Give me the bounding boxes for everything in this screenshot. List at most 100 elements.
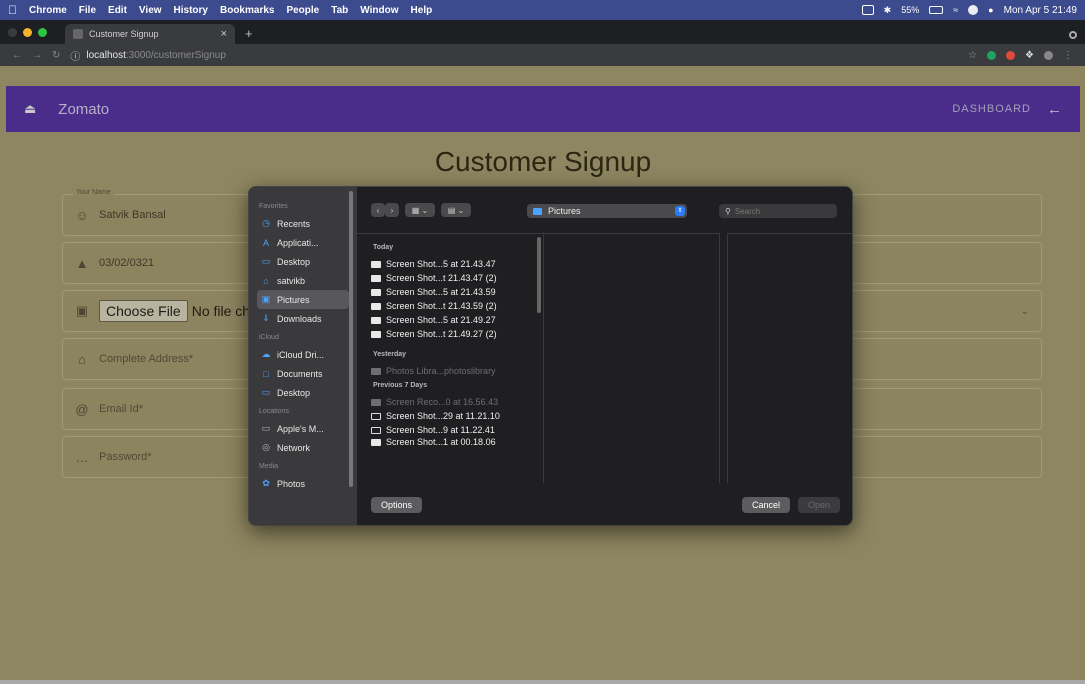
url-host: localhost [86, 49, 126, 61]
chevron-down-icon[interactable]: ⌄ [1021, 306, 1029, 317]
sidebar-item-photos[interactable]: ✿ Photos [257, 474, 349, 493]
options-button[interactable]: Options [371, 497, 423, 513]
close-window-icon[interactable] [8, 27, 17, 37]
reload-icon[interactable]: ↻ [52, 50, 60, 61]
sidebar-item-mac[interactable]: ▭ Apple's M... [257, 419, 349, 438]
list-item[interactable]: Photos Libra...photoslibrary [357, 364, 543, 378]
tab-close-icon[interactable]: × [221, 28, 227, 40]
sidebar-item-icloud-drive[interactable]: ☁ iCloud Dri... [257, 345, 349, 364]
profile-icon[interactable] [1069, 31, 1077, 39]
bookmark-star-icon[interactable]: ☆ [968, 50, 977, 61]
dialog-sidebar: Favorites ◷ Recents A Applicati... ▭ Deskto… [249, 187, 357, 525]
sidebar-item-documents[interactable]: □ Documents [257, 364, 349, 383]
info-icon[interactable]: ⓘ [70, 48, 80, 63]
menu-view[interactable]: View [139, 5, 162, 16]
icloud-label: iCloud [259, 334, 279, 341]
brand-title[interactable]: Zomato [58, 101, 109, 118]
view-mode-button[interactable]: ▦ ⌄ [405, 203, 435, 217]
list-item[interactable]: Screen Shot...5 at 21.43.59 [357, 285, 543, 299]
file-name: Screen Reco...0 at 16.56.43 [386, 397, 499, 407]
sidebar-item-label: satvikb [277, 275, 306, 286]
list-item[interactable]: Screen Shot...29 at 11.21.10 [357, 409, 543, 423]
tab-title: Customer Signup [89, 29, 159, 39]
sidebar-item-network[interactable]: ◎ Network [257, 438, 349, 457]
screen-mirror-icon[interactable] [861, 5, 874, 15]
user-switch-icon[interactable] [968, 5, 979, 15]
list-item[interactable]: Screen Shot...t 21.43.59 (2) [357, 299, 543, 313]
list-item[interactable]: Screen Shot...5 at 21.43.47 [357, 257, 543, 271]
menubar-clock[interactable]: Mon Apr 5 21:49 [1004, 5, 1077, 16]
sidebar-scrollbar[interactable] [349, 191, 353, 487]
sidebar-item-pictures[interactable]: ▣ Pictures [257, 290, 349, 309]
photos-icon: ✿ [262, 478, 270, 488]
open-button[interactable]: Open [797, 497, 840, 513]
list-item[interactable]: Screen Reco...0 at 16.56.43 [357, 395, 543, 409]
wifi-icon[interactable]: ≈ [953, 5, 958, 15]
kebab-menu-icon[interactable]: ⋮ [1063, 50, 1073, 61]
avatar[interactable] [1044, 50, 1053, 60]
folder-selector[interactable]: Pictures ⇕ [527, 204, 687, 218]
sidebar-item-applications[interactable]: A Applicati... [257, 233, 349, 252]
file-list-scrollbar[interactable] [537, 237, 541, 313]
search-icon: ⚲ [725, 206, 731, 216]
menu-bookmarks[interactable]: Bookmarks [220, 5, 274, 16]
menu-help[interactable]: Help [411, 5, 433, 16]
app-header: ⏏ Zomato DASHBOARD ← [6, 86, 1080, 132]
extension-red-icon[interactable] [1006, 50, 1016, 60]
preview-column [544, 233, 719, 483]
eject-icon[interactable]: ⏏ [24, 101, 36, 117]
zoom-window-icon[interactable] [38, 27, 47, 37]
back-icon[interactable]: ← [12, 50, 22, 61]
browser-tabbar: Customer Signup × + [0, 20, 1085, 44]
extension-green-icon[interactable] [987, 50, 997, 60]
menu-edit[interactable]: Edit [108, 5, 127, 16]
puzzle-icon[interactable]: ❖ [1025, 50, 1034, 61]
menu-history[interactable]: History [174, 5, 208, 16]
bluetooth-icon[interactable]: ✱ [884, 5, 892, 16]
list-item[interactable]: Screen Shot...t 21.43.47 (2) [357, 271, 543, 285]
forward-icon[interactable]: → [32, 50, 42, 61]
column-divider[interactable] [719, 233, 720, 483]
search-input[interactable]: ⚲ Search [719, 204, 837, 218]
email-placeholder: Email Id* [99, 403, 144, 415]
image-file-icon [371, 274, 381, 282]
sidebar-item-icloud-desktop[interactable]: ▭ Desktop [257, 383, 349, 402]
file-name: Screen Shot...t 21.43.47 (2) [386, 273, 497, 283]
file-name: Screen Shot...5 at 21.43.59 [386, 287, 496, 297]
password-dots-icon: … [75, 449, 89, 465]
tab-customer-signup[interactable]: Customer Signup × [65, 24, 235, 44]
list-item[interactable]: Screen Shot...5 at 21.49.27 [357, 313, 543, 327]
sidebar-item-downloads[interactable]: ⇓ Downloads [257, 309, 349, 328]
url-input[interactable]: localhost:3000/customerSignup [86, 50, 226, 61]
updown-icon: ⇕ [675, 206, 685, 216]
siri-icon[interactable]: ● [988, 5, 993, 15]
apple-icon[interactable]:  [8, 3, 17, 17]
group-mode-button[interactable]: ▤ ⌄ [441, 203, 471, 217]
cancel-button[interactable]: Cancel [741, 497, 790, 513]
new-tab-button[interactable]: + [245, 26, 253, 41]
menu-people[interactable]: People [286, 5, 319, 16]
forward-nav-button[interactable]: › [385, 203, 399, 217]
clock-icon: ◷ [262, 218, 270, 228]
menu-file[interactable]: File [79, 5, 96, 16]
sidebar-item-recents[interactable]: ◷ Recents [257, 214, 349, 233]
sidebar-item-desktop[interactable]: ▭ Desktop [257, 252, 349, 271]
menu-tab[interactable]: Tab [331, 5, 348, 16]
list-item[interactable]: Screen Shot...9 at 11.22.41 [357, 423, 543, 437]
back-arrow-icon[interactable]: ← [1047, 101, 1062, 118]
back-nav-button[interactable]: ‹ [371, 203, 385, 217]
minimize-window-icon[interactable] [23, 27, 32, 37]
battery-icon[interactable] [929, 6, 944, 14]
group-today: Today [373, 244, 394, 251]
menu-chrome[interactable]: Chrome [29, 5, 67, 16]
sidebar-item-home[interactable]: ⌂ satvikb [257, 271, 349, 290]
image-file-icon [371, 316, 381, 324]
dashboard-button[interactable]: DASHBOARD [952, 103, 1031, 115]
file-name: Screen Shot...t 21.43.59 (2) [386, 301, 497, 311]
desktop-icon: ▭ [261, 387, 271, 397]
list-item[interactable]: Screen Shot...1 at 00.18.06 [357, 437, 543, 447]
list-item[interactable]: Screen Shot...t 21.49.27 (2) [357, 327, 543, 341]
image-icon: ▣ [75, 303, 89, 318]
choose-file-button[interactable]: Choose File [99, 300, 188, 322]
menu-window[interactable]: Window [360, 5, 398, 16]
